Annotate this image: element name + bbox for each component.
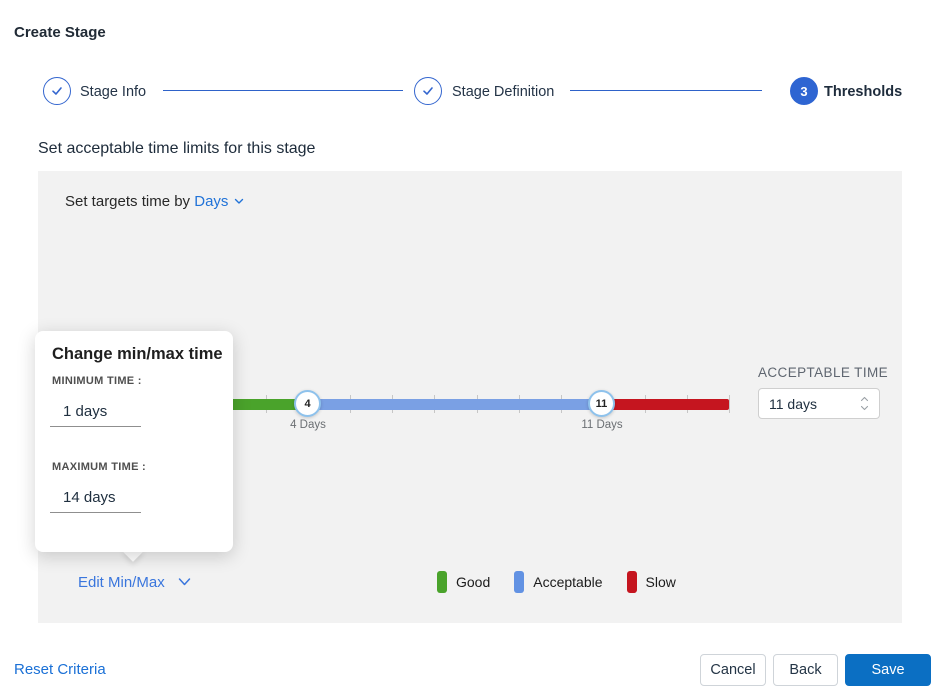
legend-item-slow: Slow bbox=[626, 571, 676, 593]
legend-item-acceptable: Acceptable bbox=[514, 571, 603, 593]
cancel-button[interactable]: Cancel bbox=[700, 654, 766, 686]
slider-tick bbox=[729, 395, 730, 413]
chevron-down-icon[interactable] bbox=[860, 405, 869, 411]
edit-minmax-label: Edit Min/Max bbox=[78, 574, 165, 591]
minimum-time-label: MINIMUM TIME : bbox=[52, 375, 142, 387]
popover-title: Change min/max time bbox=[52, 345, 223, 363]
legend: Good Acceptable Slow bbox=[437, 571, 700, 593]
slider-segment-acceptable[interactable] bbox=[308, 399, 602, 410]
acceptable-time-input[interactable]: 11 days bbox=[758, 388, 880, 419]
maximum-time-input[interactable]: 14 days bbox=[50, 486, 141, 513]
handle-min-label: 4 Days bbox=[290, 419, 326, 431]
step2-check-circle[interactable] bbox=[414, 77, 442, 105]
stepper-arrows[interactable] bbox=[860, 396, 869, 411]
legend-label-slow: Slow bbox=[645, 574, 676, 590]
minimum-time-input[interactable]: 1 days bbox=[50, 400, 141, 427]
maximum-time-label: MAXIMUM TIME : bbox=[52, 461, 147, 473]
legend-item-good: Good bbox=[437, 571, 490, 593]
acceptable-time-label: ACCEPTABLE TIME bbox=[758, 365, 889, 380]
chevron-down-icon[interactable] bbox=[177, 575, 192, 592]
good-swatch bbox=[437, 571, 447, 593]
minmax-popover: Change min/max time MINIMUM TIME : 1 day… bbox=[35, 331, 233, 552]
edit-minmax-link[interactable]: Edit Min/Max bbox=[78, 574, 192, 592]
back-button[interactable]: Back bbox=[773, 654, 838, 686]
target-prefix-text: Set targets time by bbox=[65, 193, 191, 210]
check-icon bbox=[423, 87, 433, 95]
create-stage-page: Create Stage Stage Info Stage Definition… bbox=[0, 0, 943, 699]
legend-label-acceptable: Acceptable bbox=[533, 574, 603, 590]
slider-handle-min[interactable]: 4 bbox=[294, 390, 321, 417]
target-time-row: Set targets time by Days bbox=[65, 193, 245, 211]
step3-number: 3 bbox=[800, 83, 808, 99]
step1-label: Stage Info bbox=[80, 84, 147, 100]
slider-handle-max[interactable]: 11 bbox=[588, 390, 615, 417]
step3-number-circle: 3 bbox=[790, 77, 818, 105]
save-button[interactable]: Save bbox=[845, 654, 931, 686]
chevron-down-icon[interactable] bbox=[233, 194, 245, 211]
handle-min-value: 4 bbox=[304, 397, 311, 410]
handle-max-label: 11 Days bbox=[581, 419, 623, 431]
page-title: Create Stage bbox=[14, 24, 106, 41]
step1-check-circle[interactable] bbox=[43, 77, 71, 105]
reset-criteria-link[interactable]: Reset Criteria bbox=[14, 661, 106, 678]
target-unit-dropdown[interactable]: Days bbox=[194, 193, 228, 210]
acceptable-time-value: 11 days bbox=[769, 395, 817, 412]
step3-label: Thresholds bbox=[824, 84, 903, 100]
stepper-connector-1 bbox=[163, 90, 403, 91]
acceptable-swatch bbox=[514, 571, 525, 593]
stepper-connector-2 bbox=[570, 90, 762, 91]
legend-label-good: Good bbox=[456, 574, 491, 590]
handle-max-value: 11 bbox=[595, 397, 608, 410]
check-icon bbox=[52, 87, 62, 95]
step2-label: Stage Definition bbox=[452, 84, 555, 100]
section-heading: Set acceptable time limits for this stag… bbox=[38, 140, 316, 157]
chevron-up-icon[interactable] bbox=[860, 396, 869, 402]
slow-swatch bbox=[626, 571, 637, 593]
slider-segment-slow[interactable] bbox=[602, 399, 729, 410]
